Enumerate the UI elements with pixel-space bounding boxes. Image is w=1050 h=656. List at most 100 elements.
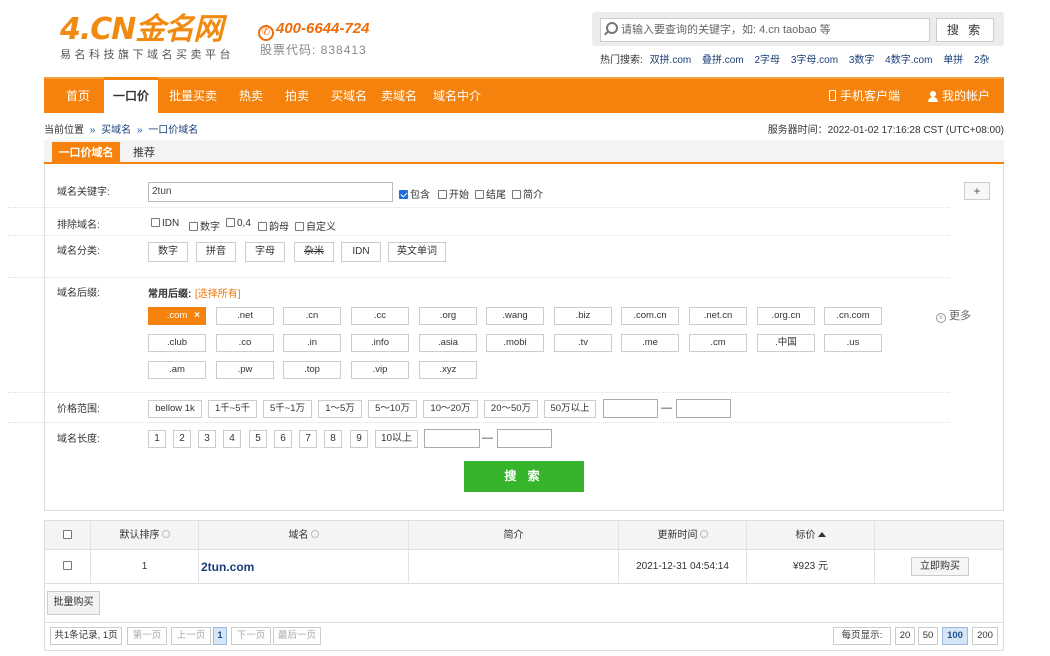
suffix-com-cn[interactable]: .com.cn (621, 307, 679, 325)
nav-auction[interactable]: 拍卖 (280, 79, 314, 113)
suffix-zhongguo[interactable]: .中国 (757, 334, 815, 352)
checkbox[interactable] (295, 222, 304, 231)
hot-item-3letters[interactable]: 3字母.com (791, 55, 838, 66)
col-updated[interactable]: 更新时间 (619, 521, 747, 550)
row-domain[interactable]: 2tun.com (199, 550, 409, 584)
opt-starts[interactable]: 开始 (438, 186, 469, 201)
category-english-words[interactable]: 英文单词 (388, 242, 446, 262)
price-200k-500k[interactable]: 20～50万 (484, 400, 538, 418)
length-3[interactable]: 3 (198, 430, 216, 448)
length-min-input[interactable] (424, 429, 480, 448)
hot-item-shuangpin[interactable]: 双拼.com (650, 55, 692, 66)
nav-mobile-client[interactable]: 手机客户端 (829, 79, 900, 113)
suffix-co[interactable]: .co (216, 334, 274, 352)
bulk-buy-button[interactable]: 批量购买 (47, 591, 100, 615)
length-4[interactable]: 4 (223, 430, 241, 448)
suffix-org-cn[interactable]: .org.cn (757, 307, 815, 325)
per-page-100[interactable]: 100 (942, 627, 968, 645)
suffix-cc[interactable]: .cc (351, 307, 409, 325)
length-8[interactable]: 8 (324, 430, 342, 448)
col-price[interactable]: 标价 (747, 521, 875, 550)
price-1k-5k[interactable]: 1千~5千 (208, 400, 257, 418)
nav-fixed-price[interactable]: 一口价 (104, 77, 158, 113)
length-10-plus[interactable]: 10以上 (375, 430, 418, 448)
price-5k-10k[interactable]: 5千~1万 (263, 400, 312, 418)
header-search-input[interactable]: 请输入要查询的关键字，如: 4.cn taobao 等 (600, 18, 930, 42)
exclude-04[interactable]: 0,4 (226, 218, 251, 229)
nav-hot-sale[interactable]: 热卖 (234, 79, 268, 113)
suffix-asia[interactable]: .asia (419, 334, 477, 352)
select-all-checkbox[interactable] (63, 530, 72, 539)
hot-item-2letters[interactable]: 2字母 (754, 55, 780, 66)
price-50k-100k[interactable]: 5～10万 (368, 400, 417, 418)
suffix-cn-com[interactable]: .cn.com (824, 307, 882, 325)
length-7[interactable]: 7 (299, 430, 317, 448)
length-5[interactable]: 5 (249, 430, 267, 448)
nav-broker[interactable]: 域名中介 (429, 79, 485, 113)
per-page-20[interactable]: 20 (895, 627, 915, 645)
row-checkbox[interactable] (63, 561, 72, 570)
per-page-200[interactable]: 200 (972, 627, 998, 645)
site-logo[interactable]: 4.CN金名网 易名科技旗下域名买卖平台 (60, 14, 245, 62)
suffix-mobi[interactable]: .mobi (486, 334, 544, 352)
suffix-me[interactable]: .me (621, 334, 679, 352)
header-search-button[interactable]: 搜 索 (936, 18, 994, 42)
suffix-biz[interactable]: .biz (554, 307, 612, 325)
col-default-sort[interactable]: 默认排序 (91, 521, 199, 550)
tab-recommend[interactable]: 推荐 (124, 142, 164, 164)
suffix-tv[interactable]: .tv (554, 334, 612, 352)
pagination-last[interactable]: 最后一页 (273, 627, 321, 645)
buy-now-button[interactable]: 立即购买 (911, 557, 969, 576)
length-max-input[interactable] (497, 429, 552, 448)
category-letters[interactable]: 字母 (245, 242, 285, 262)
category-pinyin[interactable]: 拼音 (196, 242, 236, 262)
exclude-idn[interactable]: IDN (151, 218, 179, 229)
more-suffix-toggle[interactable]: v 更多 (936, 307, 971, 323)
hot-item-diepin[interactable]: 叠拼.com (702, 55, 744, 66)
suffix-vip[interactable]: .vip (351, 361, 409, 379)
category-idn[interactable]: IDN (341, 242, 381, 262)
pagination-next[interactable]: 下一页 (231, 627, 271, 645)
hot-item-danpin[interactable]: 单拼 (943, 55, 963, 66)
per-page-50[interactable]: 50 (918, 627, 938, 645)
breadcrumb-buy-domain[interactable]: 买域名 (101, 125, 131, 136)
checkbox[interactable] (512, 190, 521, 199)
tab-fixed-price-domain[interactable]: 一口价域名 (52, 142, 120, 164)
suffix-am[interactable]: .am (148, 361, 206, 379)
category-digits[interactable]: 数字 (148, 242, 188, 262)
col-domain[interactable]: 域名 (199, 521, 409, 550)
suffix-us[interactable]: .us (824, 334, 882, 352)
suffix-org[interactable]: .org (419, 307, 477, 325)
length-9[interactable]: 9 (350, 430, 368, 448)
length-2[interactable]: 2 (173, 430, 191, 448)
opt-contains[interactable]: 包含 (399, 186, 430, 201)
expand-plus-button[interactable]: + (964, 182, 990, 200)
length-1[interactable]: 1 (148, 430, 166, 448)
price-min-input[interactable] (603, 399, 658, 418)
hot-item-3digits[interactable]: 3数字 (849, 55, 875, 66)
price-above-500k[interactable]: 50万以上 (544, 400, 596, 418)
keyword-input[interactable]: 2tun (148, 182, 393, 202)
filter-search-button[interactable]: 搜 索 (464, 461, 584, 492)
suffix-pw[interactable]: .pw (216, 361, 274, 379)
suffix-cn[interactable]: .cn (283, 307, 341, 325)
suffix-info[interactable]: .info (351, 334, 409, 352)
nav-bulk-trade[interactable]: 批量买卖 (166, 79, 220, 113)
breadcrumb-fixed-price[interactable]: 一口价域名 (148, 125, 198, 136)
hot-item-4digits[interactable]: 4数字.com (885, 55, 932, 66)
suffix-top[interactable]: .top (283, 361, 341, 379)
suffix-com[interactable]: .com (148, 307, 206, 325)
select-all-suffix[interactable]: [选择所有] (195, 285, 241, 300)
suffix-net[interactable]: .net (216, 307, 274, 325)
category-mixed[interactable]: 杂米 (294, 242, 334, 262)
price-100k-200k[interactable]: 10～20万 (423, 400, 478, 418)
suffix-cm[interactable]: .cm (689, 334, 747, 352)
pagination-prev[interactable]: 上一页 (171, 627, 211, 645)
pagination-current[interactable]: 1 (213, 627, 227, 645)
checkbox[interactable] (258, 222, 267, 231)
exclude-finals[interactable]: 韵母 (258, 218, 289, 233)
checkbox[interactable] (475, 190, 484, 199)
price-10k-50k[interactable]: 1～5万 (318, 400, 362, 418)
nav-home[interactable]: 首页 (58, 79, 98, 113)
suffix-net-cn[interactable]: .net.cn (689, 307, 747, 325)
